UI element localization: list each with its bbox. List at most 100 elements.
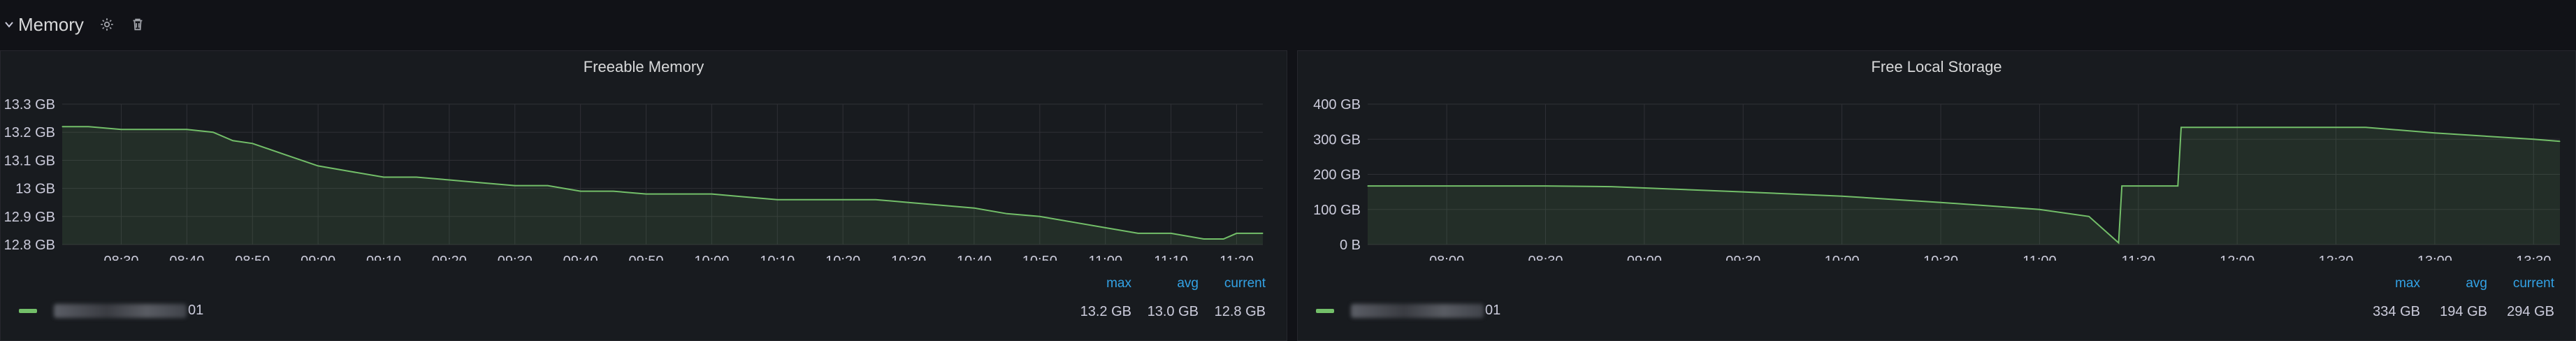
x-tick-label: 11:20 xyxy=(1220,254,1254,261)
legend-series-suffix: 01 xyxy=(1485,303,1501,318)
legend-stats: max avg current 334 GB 194 GB 294 GB xyxy=(2353,276,2554,320)
legend-value-current: 12.8 GB xyxy=(1214,304,1266,319)
legend-value-max: 334 GB xyxy=(2373,304,2420,319)
x-tick-label: 10:10 xyxy=(760,254,795,261)
data-point xyxy=(547,185,549,187)
data-point xyxy=(842,199,844,201)
x-tick-label: 09:20 xyxy=(432,254,467,261)
x-tick-label: 09:30 xyxy=(1725,254,1760,261)
data-point xyxy=(1742,191,1744,193)
data-point xyxy=(1940,202,1941,203)
legend-value-current: 294 GB xyxy=(2507,304,2554,319)
chevron-down-icon[interactable] xyxy=(4,20,14,29)
x-tick-label: 09:30 xyxy=(498,254,533,261)
legend-color-swatch xyxy=(1316,308,1334,313)
y-tick-label: 0 B xyxy=(1340,238,1361,253)
data-point xyxy=(1203,238,1205,240)
data-point xyxy=(2559,140,2561,142)
trash-icon[interactable] xyxy=(130,17,145,32)
legend-header-avg[interactable]: avg xyxy=(1131,276,1199,291)
legend-value-max: 13.2 GB xyxy=(1080,304,1131,319)
data-point xyxy=(1367,185,1368,187)
legend-header-max[interactable]: max xyxy=(2353,276,2420,291)
data-point xyxy=(2365,126,2366,128)
y-tick-label: 13.3 GB xyxy=(4,97,55,113)
data-point xyxy=(2039,209,2040,210)
x-tick-label: 11:10 xyxy=(1154,254,1188,261)
x-tick-label: 09:50 xyxy=(628,254,663,261)
x-tick-label: 08:50 xyxy=(235,254,270,261)
legend-series[interactable]: 01 xyxy=(19,303,203,319)
x-tick-label: 11:00 xyxy=(2023,254,2057,261)
x-tick-label: 10:20 xyxy=(825,254,860,261)
data-point xyxy=(776,199,778,201)
legend-header-current[interactable]: current xyxy=(1199,276,1266,291)
x-tick-label: 09:00 xyxy=(1627,254,1662,261)
y-tick-label: 13.1 GB xyxy=(4,153,55,168)
data-point xyxy=(88,126,89,127)
data-point xyxy=(1105,227,1106,228)
x-tick-label: 13:00 xyxy=(2417,254,2452,261)
x-tick-label: 12:30 xyxy=(2319,254,2354,261)
data-point xyxy=(514,185,516,187)
x-tick-label: 12:00 xyxy=(2220,254,2255,261)
x-tick-label: 10:50 xyxy=(1022,254,1057,261)
data-point xyxy=(1006,213,1008,215)
x-tick-label: 13:30 xyxy=(2516,254,2551,261)
data-point xyxy=(350,170,352,173)
data-point xyxy=(2088,216,2090,217)
y-tick-label: 200 GB xyxy=(1313,168,1361,183)
y-tick-label: 13 GB xyxy=(15,182,55,197)
legend-header-avg[interactable]: avg xyxy=(2420,276,2487,291)
panel-freeable-memory: Freeable Memory 12.8 GB 12.9 GB 13 GB 13.1 … xyxy=(0,50,1287,341)
x-tick-label: 10:00 xyxy=(1825,254,1860,261)
free-local-storage-chart: 0 B 100 GB 200 GB 300 GB 400 GB 08:00 08:30 09:… xyxy=(1313,97,2561,261)
x-tick-label: 11:30 xyxy=(2121,254,2155,261)
x-tick-label: 10:30 xyxy=(1923,254,1958,261)
legend-header-max[interactable]: max xyxy=(1064,276,1131,291)
data-point xyxy=(252,143,253,144)
x-tick-label: 11:00 xyxy=(1088,254,1122,261)
y-tick-label: 12.8 GB xyxy=(4,238,55,253)
y-tick-label: 100 GB xyxy=(1313,203,1361,218)
data-point xyxy=(284,154,286,155)
data-point xyxy=(1544,185,1547,187)
legend-value-avg: 194 GB xyxy=(2440,304,2487,319)
x-tick-label: 09:40 xyxy=(563,254,598,261)
gear-icon[interactable] xyxy=(99,17,115,32)
data-point xyxy=(2180,126,2182,128)
x-tick-label: 08:30 xyxy=(103,254,138,261)
x-tick-label: 08:40 xyxy=(169,254,204,261)
data-point xyxy=(2118,242,2120,244)
legend-series-name-redacted xyxy=(1351,303,1484,318)
row-title[interactable]: Memory xyxy=(18,14,84,36)
data-point xyxy=(120,129,122,130)
data-point xyxy=(809,199,811,201)
x-tick-label: 08:00 xyxy=(1429,254,1464,261)
x-tick-label: 09:00 xyxy=(301,254,335,261)
y-tick-label: 400 GB xyxy=(1313,97,1361,113)
x-tick-label: 10:40 xyxy=(957,254,992,261)
data-point xyxy=(61,126,63,127)
series-area-fill xyxy=(62,126,1263,245)
x-tick-label: 10:00 xyxy=(694,254,729,261)
y-tick-label: 13.2 GB xyxy=(4,125,55,140)
y-tick-label: 300 GB xyxy=(1313,132,1361,147)
legend-stats: max avg current 13.2 GB 13.0 GB 12.8 GB xyxy=(1064,276,1266,320)
y-tick-label: 12.9 GB xyxy=(4,210,55,225)
data-point xyxy=(1039,216,1041,217)
freeable-memory-chart: 12.8 GB 12.9 GB 13 GB 13.1 GB 13.2 GB 13.3 GB… xyxy=(4,97,1264,261)
legend-value-avg: 13.0 GB xyxy=(1147,304,1199,319)
data-point xyxy=(212,131,214,133)
x-tick-label: 10:30 xyxy=(891,254,926,261)
x-tick-label: 08:30 xyxy=(1528,254,1563,261)
legend-color-swatch xyxy=(19,308,37,313)
row-header: Memory xyxy=(0,0,2576,49)
legend-series[interactable]: 01 xyxy=(1316,303,1500,319)
data-point xyxy=(908,202,909,203)
legend-series-name-redacted xyxy=(54,303,187,318)
x-tick-label: 09:10 xyxy=(366,254,401,261)
data-point xyxy=(2533,138,2534,140)
legend-series-suffix: 01 xyxy=(188,303,204,318)
legend-header-current[interactable]: current xyxy=(2487,276,2554,291)
